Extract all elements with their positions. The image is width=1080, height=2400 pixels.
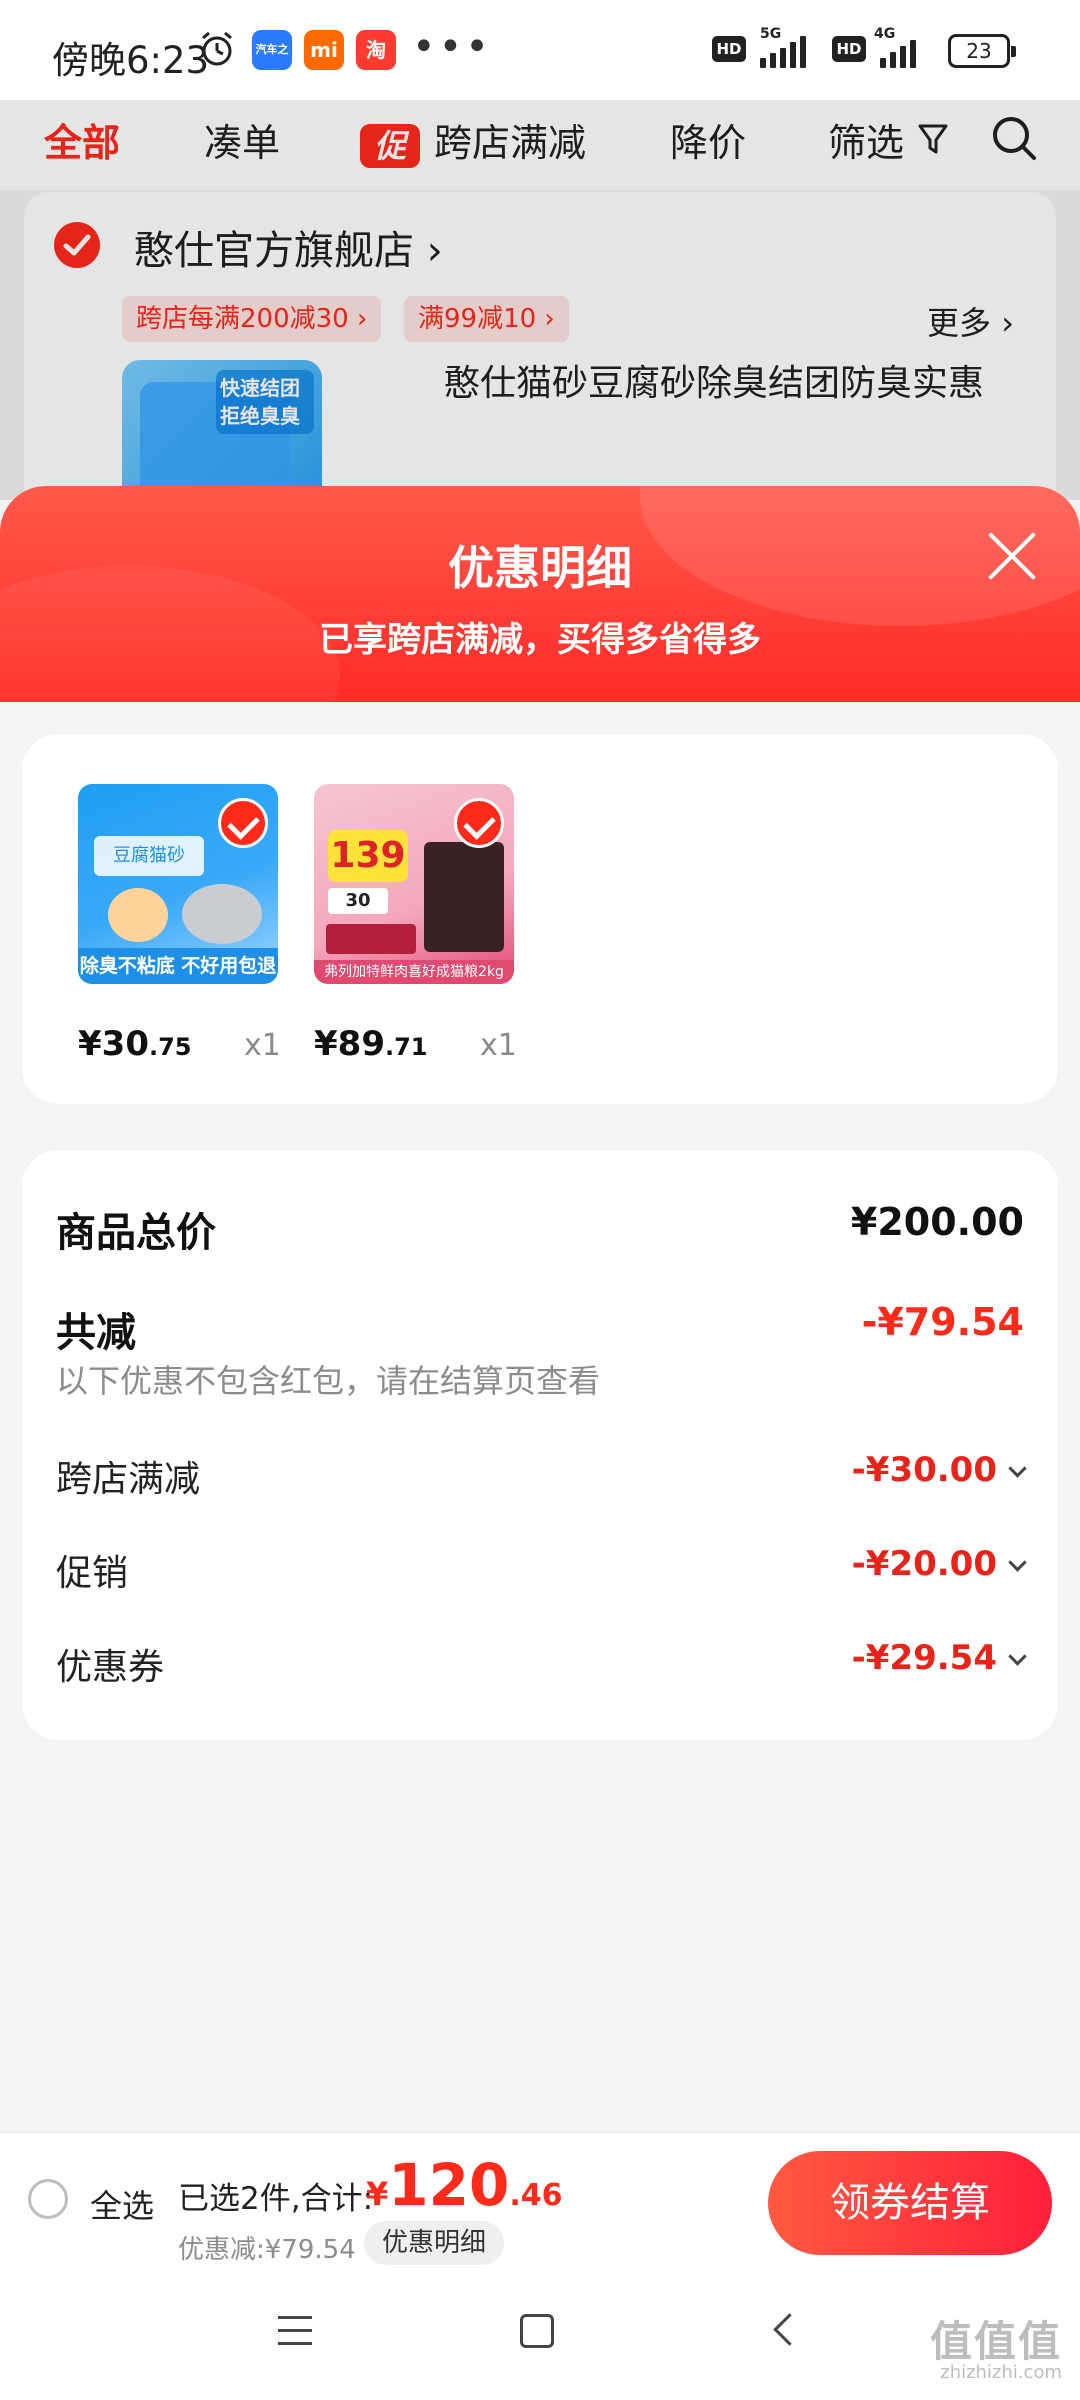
product-image-2[interactable]: 139 30 弗列加特鲜肉喜好成猫粮2kg <box>314 784 514 984</box>
selected-count-text: 已选2件,合计: <box>178 2181 374 2217</box>
discount-label: 促销 <box>56 1553 129 1594</box>
select-all-radio[interactable] <box>28 2179 68 2219</box>
status-bar: 傍晚6:23 汽车之家 mi 淘 ••• HD 5G HD 4G 23 <box>0 0 1080 100</box>
catfood-bag-graphic <box>424 842 504 952</box>
more-notifications-icon: ••• <box>412 24 492 70</box>
product-1-quantity: x1 <box>244 1028 281 1063</box>
mi-app-icon: mi <box>304 30 344 70</box>
chevron-down-icon <box>1008 1459 1027 1478</box>
product-2-small-tag: 30 <box>328 888 388 914</box>
litter-graphic <box>182 884 262 944</box>
discount-value: -¥30.00 <box>852 1450 1027 1490</box>
cans-graphic <box>326 924 416 954</box>
discount-note: 以下优惠不包含红包，请在结算页查看 <box>56 1362 601 1400</box>
price-summary-card: 商品总价 ¥200.00 共减 -¥79.54 以下优惠不包含红包，请在结算页查… <box>22 1150 1058 1740</box>
discount-label: 优惠券 <box>56 1647 165 1688</box>
chevron-down-icon <box>1008 1553 1027 1572</box>
status-time: 傍晚6:23 <box>52 39 210 82</box>
selected-products-card: 豆腐猫砂 除臭不粘底 不好用包退 139 30 弗列加特鲜肉喜好成猫粮2kg ¥… <box>22 734 1058 1104</box>
total-reduction-value: -¥79.54 <box>861 1300 1024 1344</box>
cart-page-background: 全部 凑单 促跨店满减 降价 筛选 憨仕官方旗舰店 › 跨店每满200减30 ›… <box>0 100 1080 500</box>
selected-check-icon-2 <box>454 798 504 848</box>
discount-summary-text: 优惠减:¥79.54 <box>178 2235 356 2265</box>
home-icon[interactable] <box>520 2314 554 2348</box>
discount-value: -¥20.00 <box>852 1544 1027 1584</box>
taobao-app-icon: 淘 <box>356 30 396 70</box>
signal-icon <box>760 34 806 68</box>
watermark-logo: 值值值 <box>929 2317 1062 2366</box>
modal-dim-overlay[interactable] <box>0 100 1080 500</box>
menu-icon[interactable] <box>278 2316 312 2346</box>
product-2-big-price: 139 <box>328 830 408 882</box>
discount-label: 跨店满减 <box>56 1459 201 1500</box>
system-nav-bar <box>0 2272 1080 2400</box>
grand-total-currency: ¥ <box>366 2175 389 2213</box>
product-2-banner: 弗列加特鲜肉喜好成猫粮2kg <box>314 960 514 984</box>
alarm-icon <box>202 31 232 66</box>
total-price-label: 商品总价 <box>56 1210 216 1256</box>
grand-total: ¥120.46 <box>366 2151 563 2219</box>
hd-icon-2: HD <box>832 36 866 62</box>
grand-total-integer: 120 <box>388 2151 510 2219</box>
selected-check-icon <box>218 798 268 848</box>
product-1-label: 豆腐猫砂 <box>94 836 204 876</box>
sheet-title: 优惠明细 <box>448 541 632 595</box>
product-1-banner: 除臭不粘底 不好用包退 <box>78 948 278 984</box>
product-2-quantity: x1 <box>480 1028 517 1063</box>
grand-total-decimal: .46 <box>509 2178 563 2213</box>
close-icon[interactable] <box>984 528 1040 584</box>
paw-graphic <box>108 888 168 942</box>
discount-value: -¥29.54 <box>852 1638 1027 1678</box>
discount-detail-button[interactable]: 优惠明细 <box>364 2221 505 2265</box>
product-2-price: ¥89.71 <box>314 1024 428 1064</box>
checkout-bar: 全选 已选2件,合计: ¥120.46 优惠减:¥79.54 优惠明细 领券结算 <box>0 2132 1080 2273</box>
checkout-button[interactable]: 领券结算 <box>768 2151 1052 2255</box>
battery-icon: 23 <box>948 34 1016 68</box>
signal-icon-2 <box>880 34 916 68</box>
watermark-url: zhizhizhi.com <box>940 2362 1062 2383</box>
total-reduction-label: 共减 <box>56 1310 136 1356</box>
total-price-value: ¥200.00 <box>850 1200 1024 1244</box>
product-1-price: ¥30.75 <box>78 1024 192 1064</box>
car-app-icon: 汽车之家 <box>252 30 292 96</box>
chevron-down-icon <box>1008 1647 1027 1666</box>
select-all-label[interactable]: 全选 <box>90 2181 154 2227</box>
sheet-header: 优惠明细 已享跨店满减，买得多省得多 <box>0 486 1080 786</box>
hd-icon: HD <box>712 36 746 62</box>
product-image-1[interactable]: 豆腐猫砂 除臭不粘底 不好用包退 <box>78 784 278 984</box>
back-icon[interactable] <box>773 2313 806 2346</box>
sheet-subtitle: 已享跨店满减，买得多省得多 <box>319 620 761 660</box>
discount-detail-sheet: 优惠明细 已享跨店满减，买得多省得多 豆腐猫砂 除臭不粘底 不好用包退 139 … <box>0 486 1080 2400</box>
